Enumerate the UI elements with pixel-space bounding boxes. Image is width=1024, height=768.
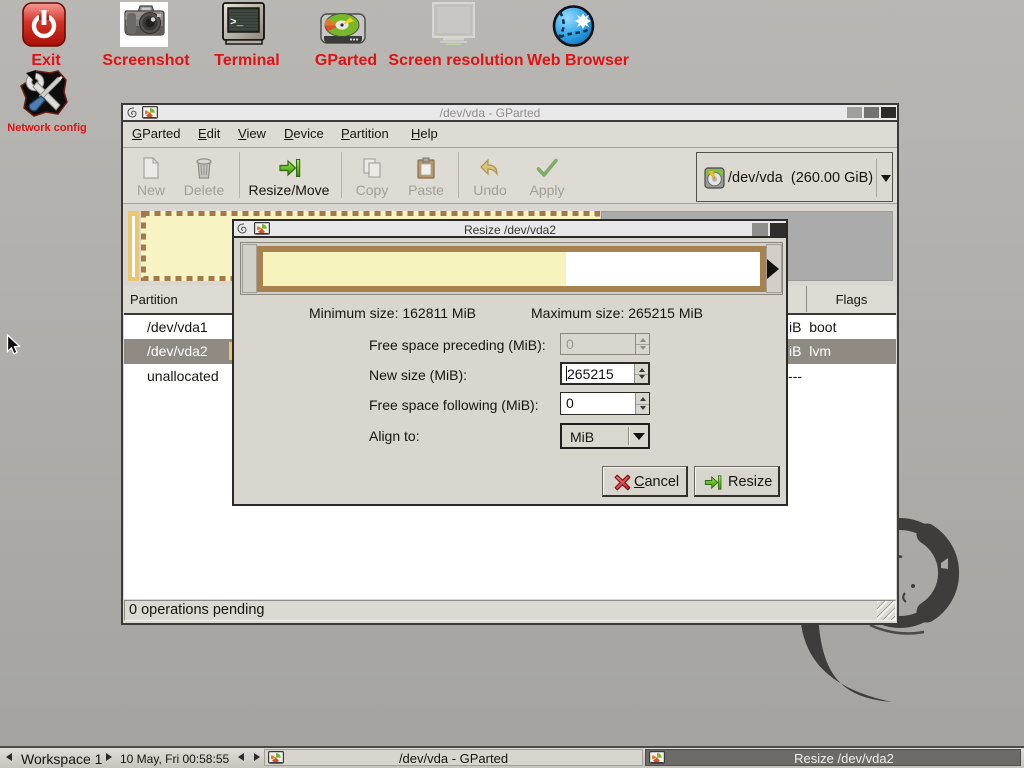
svg-text:>_: >_ — [230, 17, 244, 29]
